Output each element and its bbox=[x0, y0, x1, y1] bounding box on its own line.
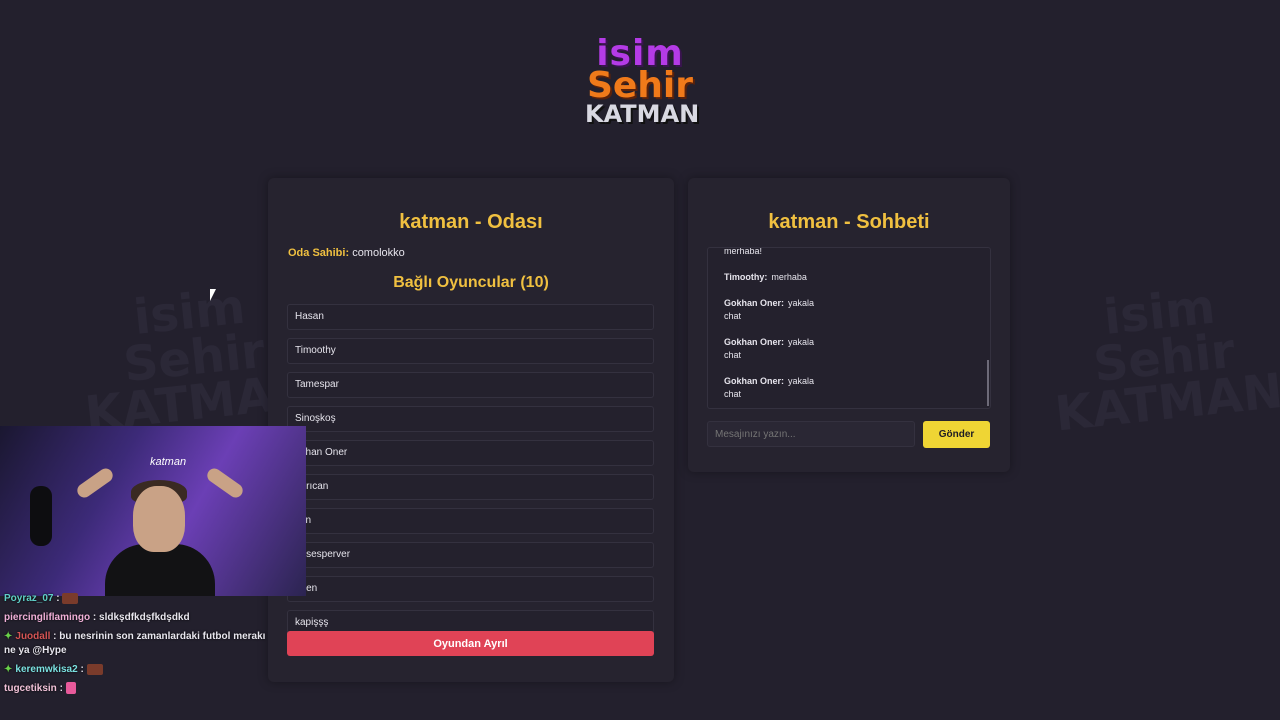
chat-message: Gokhan Oner: yakala chat bbox=[724, 375, 964, 401]
emote-icon bbox=[86, 663, 103, 675]
player-list: Hasan Timoothy Tamespar Sinoşkoş okhan O… bbox=[287, 304, 654, 644]
streamer bbox=[74, 465, 246, 596]
stream-chat-user: Juodall bbox=[15, 631, 51, 642]
chat-message-author: Gokhan Oner: bbox=[724, 298, 785, 308]
chat-message-author: Timoothy: bbox=[724, 272, 768, 282]
player-item: ensesperver bbox=[287, 542, 654, 568]
stream-chat-line: piercingliflamingo : sldkşdfkdşfkdşdkd bbox=[4, 612, 190, 623]
player-item: ağrıcan bbox=[287, 474, 654, 500]
stream-chat-user: keremwkisa2 bbox=[15, 664, 78, 675]
player-item: Hasan bbox=[287, 304, 654, 330]
chat-message-text: merhaba bbox=[771, 272, 807, 282]
chat-message-text: chat bbox=[724, 311, 742, 321]
owner-label: Oda Sahibi: bbox=[288, 247, 350, 259]
player-item: Tamespar bbox=[287, 372, 654, 398]
chat-message-text: chat bbox=[724, 389, 742, 399]
microphone-icon bbox=[30, 486, 52, 546]
badge-icon: ✦ bbox=[4, 664, 13, 675]
chat-message-text: yakala bbox=[788, 298, 815, 308]
stream-chat-line: Poyraz_07 : bbox=[4, 592, 274, 606]
player-item: okhan Oner bbox=[287, 440, 654, 466]
chat-message-text: chat bbox=[724, 350, 742, 360]
player-item: Sinoşkoş bbox=[287, 406, 654, 432]
stream-chat-line: tugcetiksin : bbox=[4, 682, 274, 696]
player-item: srin bbox=[287, 508, 654, 534]
background-logo-watermark: isim Sehir KATMAN bbox=[1052, 278, 1280, 443]
chat-message-author: Gokhan Oner: bbox=[724, 376, 785, 386]
stream-chat-user: tugcetiksin bbox=[4, 683, 57, 694]
logo-line-3: KATMAN bbox=[585, 100, 700, 128]
stream-chat-user: Poyraz_07 bbox=[4, 593, 54, 604]
player-item: riben bbox=[287, 576, 654, 602]
chat-panel: katman - Sohbeti merhaba! Timoothy: merha… bbox=[688, 178, 1010, 472]
stream-chat-overlay: Poyraz_07 : piercingliflamingo : sldkşdf… bbox=[4, 592, 274, 701]
room-title: katman - Odası bbox=[399, 211, 543, 233]
leave-game-button[interactable]: Oyundan Ayrıl bbox=[287, 631, 654, 656]
chat-messages[interactable]: merhaba! Timoothy: merhaba Gokhan Oner: ya… bbox=[707, 247, 991, 409]
room-panel: katman - Odası Oda Sahibi: comolokko Bağ… bbox=[268, 178, 674, 682]
stream-chat-text: sldkşdfkdşfkdşdkd bbox=[99, 612, 190, 623]
logo-line-2: Sehir bbox=[586, 65, 694, 106]
chat-message-text: yakala bbox=[788, 337, 815, 347]
players-title: Bağlı Oyuncular (10) bbox=[393, 274, 549, 291]
badge-icon: ✦ bbox=[4, 631, 13, 642]
mouse-cursor-icon bbox=[210, 289, 216, 301]
room-owner: Oda Sahibi: comolokko bbox=[288, 247, 405, 259]
chat-message-author: Gokhan Oner: bbox=[724, 337, 785, 347]
player-item: Timoothy bbox=[287, 338, 654, 364]
chat-title: katman - Sohbeti bbox=[768, 211, 930, 233]
chat-message: Timoothy: merhaba bbox=[724, 271, 964, 284]
stream-chat-user: piercingliflamingo bbox=[4, 612, 91, 623]
chat-scrollbar[interactable] bbox=[987, 360, 989, 406]
chat-message-text: merhaba! bbox=[724, 247, 763, 256]
send-button[interactable]: Gönder bbox=[923, 421, 990, 448]
owner-value: comolokko bbox=[352, 247, 405, 259]
chat-message: Gokhan Oner: yakala chat bbox=[724, 297, 964, 323]
stream-chat-line: ✦ Juodall : bu nesrinin son zamanlardaki … bbox=[4, 631, 266, 656]
chat-message: Gokhan Oner: yakala chat bbox=[724, 336, 964, 362]
streamer-webcam: katman bbox=[0, 426, 306, 596]
chat-message-text: yakala bbox=[788, 376, 815, 386]
game-logo: isim Sehir KATMAN bbox=[585, 36, 700, 148]
emote-icon bbox=[62, 592, 79, 604]
chat-message-input[interactable] bbox=[707, 421, 915, 447]
emote-icon bbox=[65, 682, 76, 695]
stream-chat-line: ✦ keremwkisa2 : bbox=[4, 663, 274, 677]
chat-message: merhaba! bbox=[724, 247, 964, 258]
